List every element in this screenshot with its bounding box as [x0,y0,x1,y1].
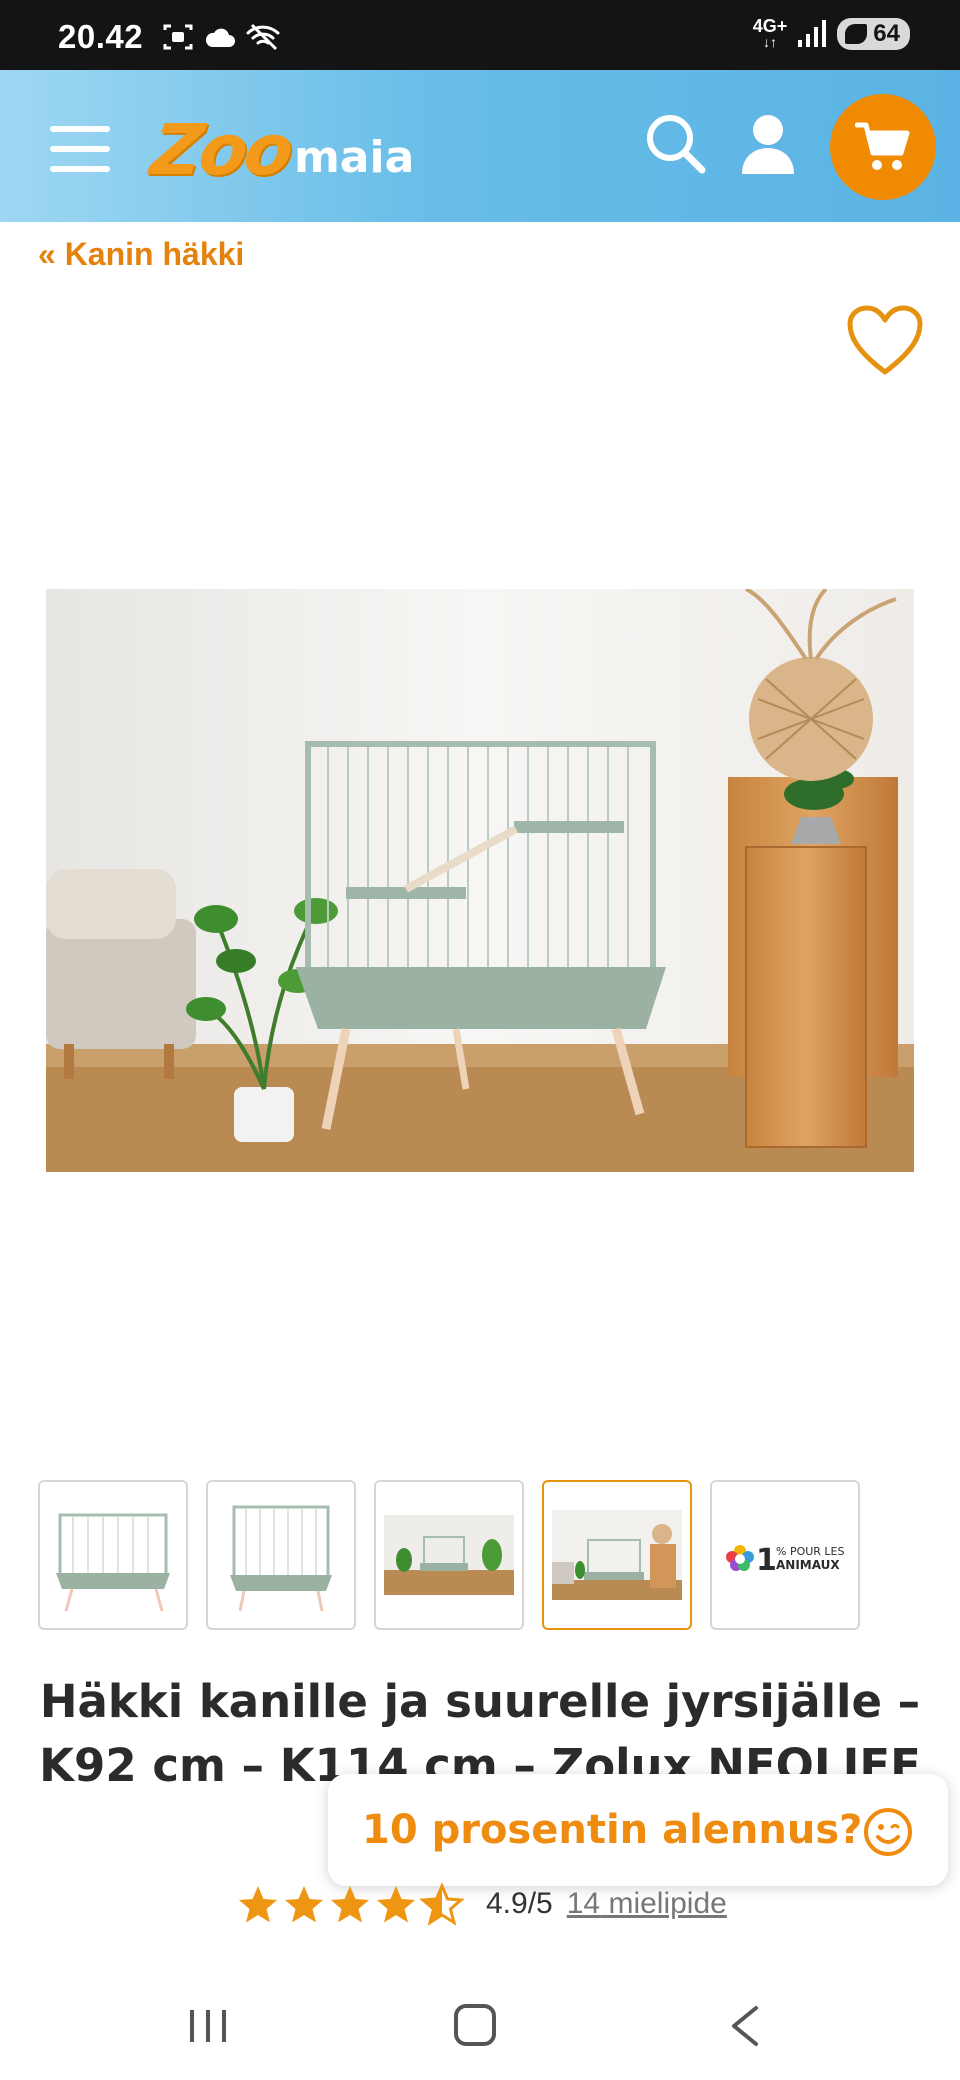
product-rating: 4.9/5 14 mielipide [236,1882,727,1926]
system-navigation-bar [0,1960,960,2080]
logo-line-1: % POUR LES [776,1545,845,1558]
thumbnail-5[interactable]: 1 % POUR LES ANIMAUX [710,1480,860,1630]
back-icon[interactable] [726,2004,762,2048]
thumbnail-2[interactable] [206,1480,356,1630]
heart-icon[interactable] [846,304,924,376]
cart-icon [855,122,910,170]
breadcrumb-back-link[interactable]: « Kanin häkki [38,236,244,273]
logo-zoo-text: Zoo [146,109,296,191]
discount-text: 10 prosentin alennus? [362,1807,863,1853]
user-icon[interactable] [740,112,796,176]
rating-score: 4.9/5 [486,1887,553,1920]
screenshot-icon [163,24,193,50]
cart-button[interactable] [830,94,936,200]
product-main-image[interactable] [46,589,914,1172]
rating-stars [236,1882,466,1926]
stars-icon [239,1884,463,1924]
home-icon[interactable] [454,2004,496,2046]
thumbnail-image [230,1505,332,1612]
thumbnail-4[interactable] [542,1480,692,1630]
thumbnail-gallery: 1 % POUR LES ANIMAUX [38,1480,860,1630]
reviews-count: 14 [566,1887,601,1920]
thumbnail-image [56,1513,170,1612]
logo-line-2: ANIMAUX [776,1558,840,1572]
one-percent-logo: 1 % POUR LES ANIMAUX [726,1543,845,1578]
network-indicator: 4G+ ↓↑ [752,16,788,50]
cloud-icon [205,28,235,47]
status-bar: 20.42 4G+ ↓↑ 64 [0,0,960,70]
status-right: 4G+ ↓↑ 64 [752,16,910,50]
status-notifications [162,22,280,52]
status-time: 20.42 [58,18,144,55]
battery-indicator: 64 [837,18,910,50]
reviews-label: mielipide [608,1887,727,1920]
smile-icon [864,1808,912,1856]
signal-icon [798,20,827,47]
thumbnail-3[interactable] [374,1480,524,1630]
site-header: Zoo maia [0,70,960,222]
product-photo [46,589,914,1172]
wifi-off-icon [246,23,280,51]
logo-maia-text: maia [293,132,415,183]
menu-icon [50,126,110,132]
reviews-link[interactable]: 14 mielipide [567,1887,727,1921]
menu-button[interactable] [50,126,110,172]
logo-number: 1 [756,1543,777,1578]
battery-saver-icon [845,24,868,44]
search-icon[interactable] [644,112,708,176]
thumbnail-1[interactable] [38,1480,188,1630]
recents-icon[interactable] [188,2008,228,2044]
thumbnail-image [552,1510,682,1600]
thumbnail-image [384,1515,514,1595]
product-page: 20.42 4G+ ↓↑ 64 Zoo maia « Kanin häkki 1… [0,0,960,2080]
logo[interactable]: Zoo maia [146,104,415,191]
discount-popup[interactable]: 10 prosentin alennus? [328,1774,948,1886]
